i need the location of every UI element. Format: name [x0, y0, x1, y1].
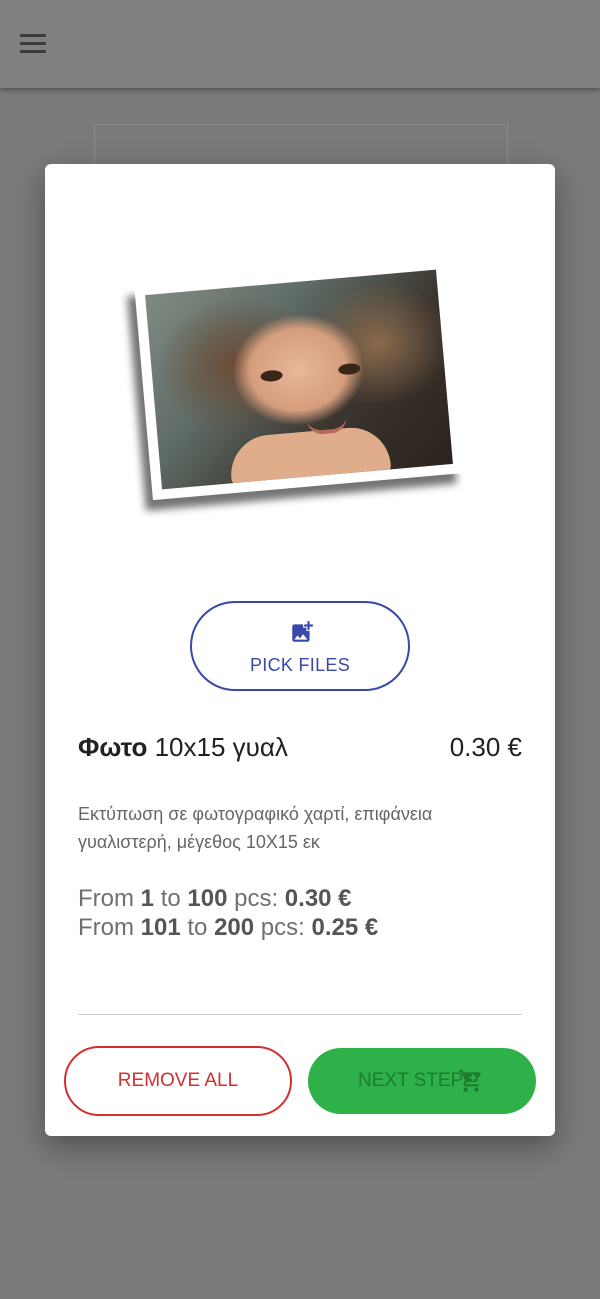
product-description: Εκτύπωση σε φωτογραφικό χαρτί, επιφάνεια… [78, 804, 433, 852]
product-name-rest: 10x15 γυαλ [154, 732, 288, 762]
divider [78, 1014, 522, 1015]
product-photo [134, 258, 464, 507]
price-tier: From 101 to 200 pcs: 0.25 € [78, 914, 379, 941]
product-dialog: PICK FILES Φωτο 10x15 γυαλ 0.30 € Εκτύπω… [45, 164, 555, 1136]
remove-all-button[interactable]: REMOVE ALL [64, 1046, 292, 1116]
next-step-button[interactable]: NEXT STEP [308, 1048, 536, 1114]
pick-files-button[interactable]: PICK FILES [190, 601, 410, 691]
photo-frame [134, 258, 464, 501]
app-bar [0, 0, 600, 88]
product-title: Φωτο 10x15 γυαλ [78, 732, 288, 763]
product-name-bold: Φωτο [78, 732, 148, 762]
add-photo-icon [292, 621, 313, 642]
shopping-cart-icon [459, 1070, 481, 1092]
product-price: 0.30 € [449, 732, 522, 762]
photo-image [145, 269, 453, 490]
hamburger-menu-icon[interactable] [20, 34, 46, 54]
next-step-label: NEXT STEP [358, 1070, 464, 1091]
price-tier: From 1 to 100 pcs: 0.30 € [78, 885, 352, 912]
price-tiers: From 1 to 100 pcs: 0.30 € From 101 to 20… [78, 884, 378, 942]
pick-files-label: PICK FILES [249, 655, 351, 675]
